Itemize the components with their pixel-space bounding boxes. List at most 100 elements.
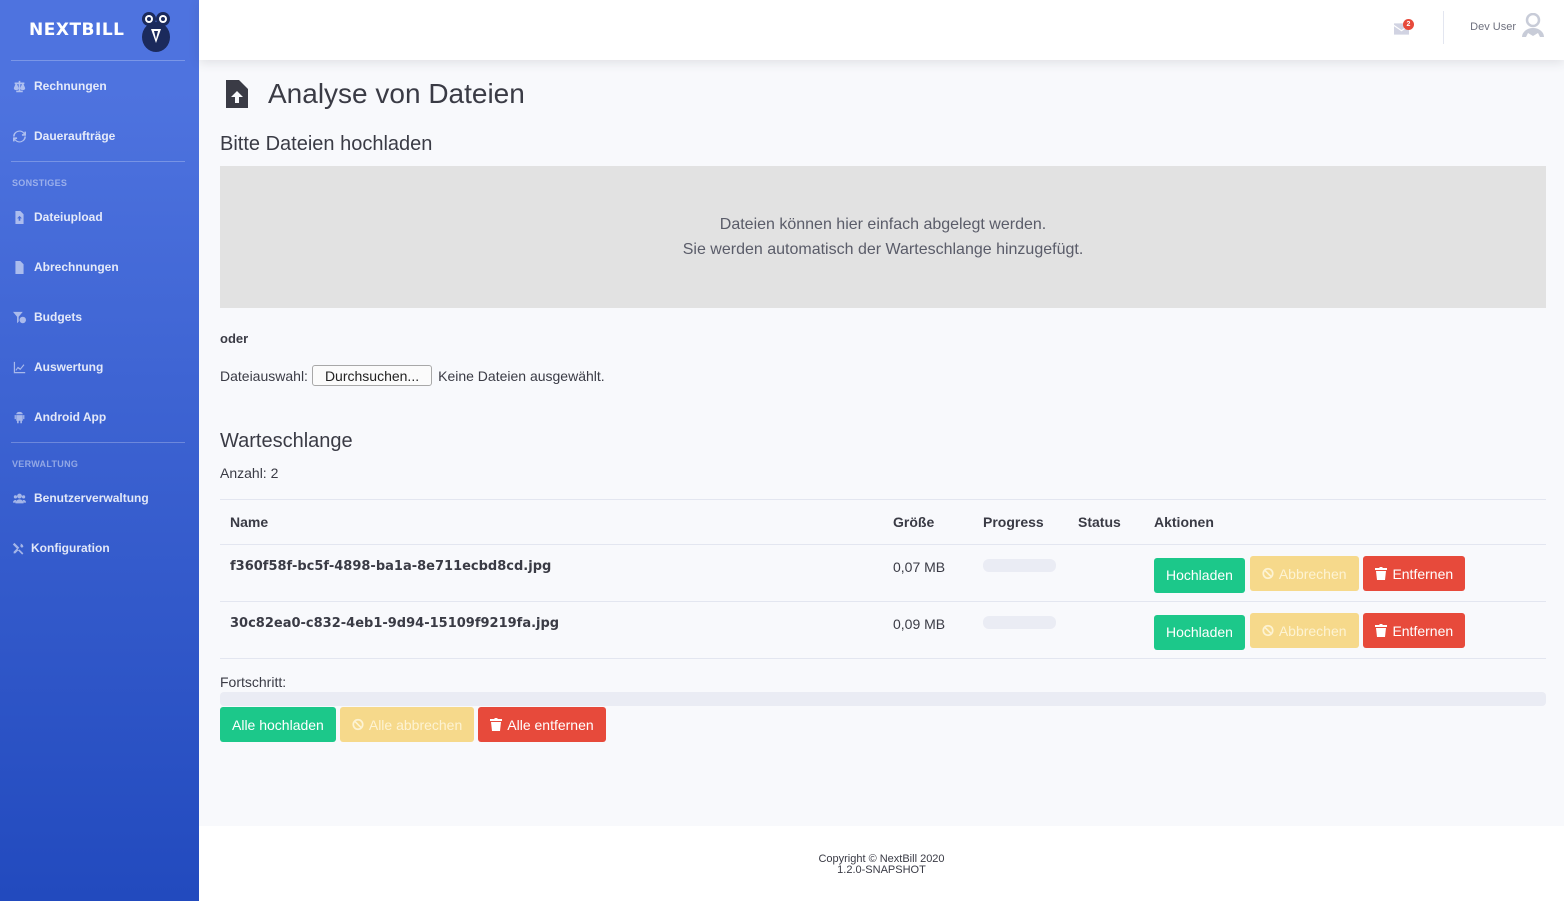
- sidebar: NEXTBILL Rechnungen Daueraufträge SONSTI…: [0, 0, 199, 901]
- col-header-size: Größe: [883, 499, 973, 545]
- file-name: 30c82ea0-c832-4eb1-9d94-15109f9219fa.jpg: [220, 601, 883, 659]
- upload-button[interactable]: Hochladen: [1154, 557, 1245, 593]
- upload-heading: Bitte Dateien hochladen: [220, 133, 433, 155]
- message-count-badge: 2: [1403, 19, 1414, 30]
- owl-logo-icon: [141, 12, 170, 52]
- cancel-button-label: Abbrechen: [1278, 622, 1347, 639]
- funnel-dollar-icon: [12, 310, 26, 324]
- file-status: [1068, 544, 1144, 602]
- table-row: 30c82ea0-c832-4eb1-9d94-15109f9219fa.jpg…: [220, 601, 1546, 659]
- android-icon: [12, 410, 26, 424]
- messages-button[interactable]: 2: [1394, 19, 1414, 37]
- dropzone-line-2: Sie werden automatisch der Warteschlange…: [682, 241, 1084, 258]
- sidebar-item-label: Abrechnungen: [34, 260, 119, 274]
- col-header-status: Status: [1068, 499, 1144, 545]
- sync-icon: [12, 129, 26, 143]
- upload-button-label: Hochladen: [1166, 567, 1233, 583]
- file-name: f360f58f-bc5f-4898-ba1a-8e711ecbd8cd.jpg: [220, 544, 883, 602]
- table-header-row: Name Größe Progress Status Aktionen: [220, 499, 1546, 545]
- overall-progress-bar: [220, 692, 1546, 706]
- ban-icon: [352, 718, 364, 731]
- tools-icon: [11, 541, 25, 555]
- no-files-text: Keine Dateien ausgewählt.: [438, 367, 605, 384]
- cancel-button[interactable]: Abbrechen: [1249, 556, 1359, 591]
- cancel-all-label: Alle abbrechen: [368, 716, 463, 733]
- trash-icon: [1375, 567, 1388, 580]
- version-text: 1.2.0-SNAPSHOT: [837, 864, 926, 876]
- balance-scale-icon: [12, 79, 26, 93]
- file-progress: [973, 601, 1068, 659]
- sidebar-item-konfiguration[interactable]: Konfiguration: [0, 523, 199, 573]
- remove-all-button[interactable]: Alle entfernen: [478, 707, 606, 742]
- bulk-actions: Alle hochladen Alle abbrechen Alle entfe…: [220, 707, 607, 742]
- overall-progress-label: Fortschritt:: [220, 674, 287, 690]
- trash-icon: [490, 718, 503, 731]
- sidebar-item-label: Auswertung: [34, 360, 104, 374]
- col-header-progress: Progress: [973, 499, 1068, 545]
- file-upload-icon: [12, 210, 26, 224]
- trash-icon: [1375, 624, 1388, 637]
- remove-button[interactable]: Entfernen: [1363, 613, 1466, 648]
- remove-button[interactable]: Entfernen: [1363, 556, 1466, 591]
- upload-button[interactable]: Hochladen: [1154, 614, 1245, 650]
- file-status: [1068, 601, 1144, 659]
- upload-button-label: Hochladen: [1166, 624, 1233, 640]
- remove-button-label: Entfernen: [1392, 565, 1454, 582]
- topbar-divider: [1443, 11, 1444, 44]
- topbar: 2 Dev User: [199, 0, 1564, 60]
- ban-icon: [1262, 567, 1274, 580]
- sidebar-item-label: Rechnungen: [34, 79, 107, 93]
- users-icon: [12, 491, 26, 505]
- dropzone[interactable]: Dateien können hier einfach abgelegt wer…: [220, 166, 1546, 308]
- remove-button-label: Entfernen: [1392, 622, 1454, 639]
- sidebar-item-label: Budgets: [34, 310, 82, 324]
- upload-all-label: Alle hochladen: [232, 716, 324, 733]
- file-actions: Hochladen Abbrechen Entfernen: [1144, 601, 1546, 659]
- cancel-all-button[interactable]: Alle abbrechen: [339, 707, 475, 742]
- remove-all-label: Alle entfernen: [507, 716, 594, 733]
- file-invoice-icon: [12, 260, 26, 274]
- file-select-label: Dateiauswahl:: [220, 367, 308, 384]
- browse-button[interactable]: Durchsuchen...: [311, 365, 433, 386]
- sidebar-item-label: Dateiupload: [34, 210, 103, 224]
- col-header-name: Name: [220, 499, 883, 545]
- sidebar-item-dateiupload[interactable]: Dateiupload: [0, 192, 199, 242]
- upload-all-button[interactable]: Alle hochladen: [220, 707, 336, 742]
- file-progress-bar: [983, 616, 1056, 629]
- chart-line-icon: [12, 360, 26, 374]
- sidebar-heading-sonstiges: SONSTIGES: [12, 178, 68, 188]
- ban-icon: [1262, 624, 1274, 637]
- file-progress-bar: [983, 559, 1056, 572]
- oder-label: oder: [220, 331, 249, 346]
- user-name[interactable]: Dev User: [1470, 21, 1516, 33]
- dropzone-line-1: Dateien können hier einfach abgelegt wer…: [719, 216, 1047, 233]
- sidebar-item-rechnungen[interactable]: Rechnungen: [0, 61, 199, 111]
- sidebar-item-abrechnungen[interactable]: Abrechnungen: [0, 242, 199, 292]
- cancel-button-label: Abbrechen: [1278, 565, 1347, 582]
- cancel-button[interactable]: Abbrechen: [1249, 613, 1359, 648]
- queue-heading: Warteschlange: [220, 430, 353, 452]
- sidebar-item-benutzerverwaltung[interactable]: Benutzerverwaltung: [0, 473, 199, 523]
- sidebar-item-auswertung[interactable]: Auswertung: [0, 342, 199, 392]
- page-title-text: Analyse von Dateien: [268, 78, 525, 109]
- brand-name: NEXTBILL: [29, 20, 125, 40]
- sidebar-item-android-app[interactable]: Android App: [0, 392, 199, 442]
- brand[interactable]: NEXTBILL: [0, 0, 199, 60]
- sidebar-heading-verwaltung: VERWALTUNG: [12, 459, 79, 469]
- col-header-actions: Aktionen: [1144, 499, 1546, 545]
- sidebar-item-label: Daueraufträge: [34, 129, 116, 143]
- sidebar-item-label: Konfiguration: [31, 541, 110, 555]
- queue-table: Name Größe Progress Status Aktionen f360…: [220, 499, 1546, 659]
- user-avatar-icon[interactable]: [1522, 12, 1544, 37]
- queue-count: Anzahl: 2: [220, 465, 279, 481]
- sidebar-item-label: Benutzerverwaltung: [34, 491, 149, 505]
- file-progress: [973, 544, 1068, 602]
- sidebar-item-budgets[interactable]: Budgets: [0, 292, 199, 342]
- sidebar-item-dauerauftraege[interactable]: Daueraufträge: [0, 111, 199, 161]
- file-upload-icon: [226, 80, 248, 108]
- footer: Copyright © NextBill 2020 1.2.0-SNAPSHOT: [199, 826, 1564, 901]
- file-actions: Hochladen Abbrechen Entfernen: [1144, 544, 1546, 602]
- page-title: Analyse von Dateien: [220, 78, 525, 110]
- table-row: f360f58f-bc5f-4898-ba1a-8e711ecbd8cd.jpg…: [220, 544, 1546, 602]
- file-select-row: Dateiauswahl: Durchsuchen... Keine Datei…: [220, 365, 605, 386]
